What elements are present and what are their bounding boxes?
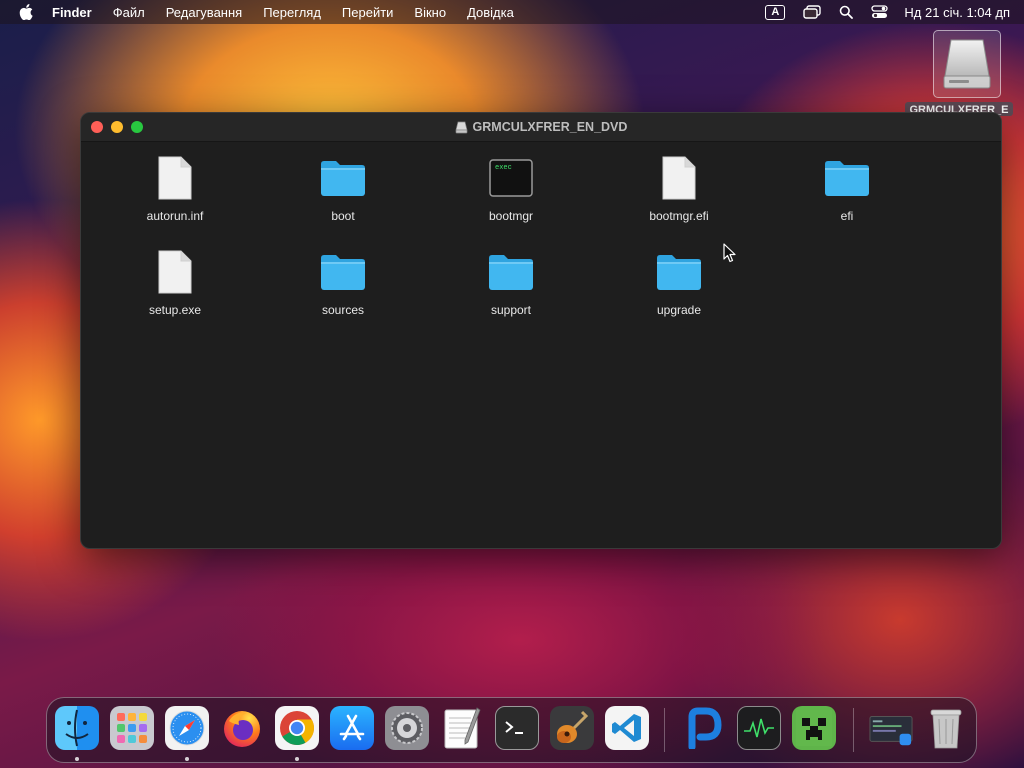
dock-app-store-icon[interactable] bbox=[330, 706, 374, 750]
disk-icon bbox=[455, 121, 468, 134]
file-item-sources[interactable]: sources bbox=[259, 249, 427, 343]
folder-icon bbox=[655, 249, 703, 295]
file-label: autorun.inf bbox=[146, 209, 204, 223]
dock bbox=[46, 697, 977, 763]
menu-extras: A Нд 21 січ. 1:04 дп bbox=[747, 0, 1010, 24]
dock-textedit-icon[interactable] bbox=[440, 706, 484, 750]
desktop-dvd-volume[interactable]: GRMCULXFRER_E bbox=[900, 30, 1018, 116]
running-indicator bbox=[75, 757, 79, 761]
mouse-pointer-icon bbox=[723, 243, 737, 268]
dock-separator bbox=[664, 708, 665, 752]
document-icon bbox=[151, 249, 199, 295]
dock-creeper-icon[interactable] bbox=[792, 706, 836, 750]
dock-safari-icon[interactable] bbox=[165, 706, 209, 750]
file-item-boot[interactable]: boot bbox=[259, 155, 427, 249]
dock-activity-monitor-icon[interactable] bbox=[737, 706, 781, 750]
document-icon bbox=[655, 155, 703, 201]
zoom-button[interactable] bbox=[131, 121, 143, 133]
dock-blue-d-icon[interactable] bbox=[682, 706, 726, 750]
menu-help[interactable]: Довідка bbox=[467, 5, 514, 20]
window-titlebar[interactable]: GRMCULXFRER_EN_DVD bbox=[81, 113, 1001, 142]
input-source-icon[interactable]: A bbox=[765, 0, 786, 24]
file-label: bootmgr bbox=[488, 209, 534, 223]
window-switch-icon[interactable] bbox=[803, 0, 822, 24]
close-button[interactable] bbox=[91, 121, 103, 133]
folder-icon bbox=[487, 249, 535, 295]
file-item-support[interactable]: support bbox=[427, 249, 595, 343]
apple-menu-icon[interactable] bbox=[18, 4, 34, 20]
file-label: setup.exe bbox=[148, 303, 202, 317]
running-indicator bbox=[295, 757, 299, 761]
dock-separator bbox=[853, 708, 854, 752]
control-center-icon[interactable] bbox=[871, 0, 889, 24]
dock-window-preview-icon[interactable] bbox=[869, 706, 913, 750]
exec-icon: exec bbox=[487, 155, 535, 201]
folder-icon bbox=[319, 155, 367, 201]
external-disk-icon bbox=[933, 30, 1001, 98]
search-icon[interactable] bbox=[839, 0, 854, 24]
document-icon bbox=[151, 155, 199, 201]
finder-window: GRMCULXFRER_EN_DVD autorun.inf boot exec… bbox=[80, 112, 1002, 549]
file-item-setup-exe[interactable]: setup.exe bbox=[91, 249, 259, 343]
file-label: efi bbox=[840, 209, 854, 223]
menu-app-finder[interactable]: Finder bbox=[52, 5, 92, 20]
file-item-bootmgr[interactable]: exec bootmgr bbox=[427, 155, 595, 249]
file-label: boot bbox=[331, 209, 355, 223]
window-title-text: GRMCULXFRER_EN_DVD bbox=[472, 120, 628, 134]
dock-guitar-icon[interactable] bbox=[550, 706, 594, 750]
running-indicator bbox=[185, 757, 189, 761]
dock-launchpad-icon[interactable] bbox=[110, 706, 154, 750]
file-grid: autorun.inf boot exec bootmgr bootmgr.ef… bbox=[91, 155, 991, 343]
file-label: bootmgr.efi bbox=[649, 209, 709, 223]
menu-go[interactable]: Перейти bbox=[342, 5, 394, 20]
menu-window[interactable]: Вікно bbox=[414, 5, 446, 20]
dock-chrome-icon[interactable] bbox=[275, 706, 319, 750]
dock-firefox-icon[interactable] bbox=[220, 706, 264, 750]
dock-gear-icon[interactable] bbox=[385, 706, 429, 750]
dock-finder-icon[interactable] bbox=[55, 706, 99, 750]
folder-icon bbox=[823, 155, 871, 201]
file-label: upgrade bbox=[656, 303, 702, 317]
menu-bar: Finder Файл Редагування Перегляд Перейти… bbox=[0, 0, 1024, 24]
file-label: sources bbox=[321, 303, 365, 317]
file-item-upgrade[interactable]: upgrade bbox=[595, 249, 763, 343]
menu-view[interactable]: Перегляд bbox=[263, 5, 321, 20]
dock-terminal-icon[interactable] bbox=[495, 706, 539, 750]
menu-edit[interactable]: Редагування bbox=[166, 5, 243, 20]
file-item-bootmgr-efi[interactable]: bootmgr.efi bbox=[595, 155, 763, 249]
file-item-efi[interactable]: efi bbox=[763, 155, 931, 249]
svg-text:exec: exec bbox=[495, 164, 512, 172]
file-item-autorun-inf[interactable]: autorun.inf bbox=[91, 155, 259, 249]
file-label: support bbox=[490, 303, 532, 317]
menu-clock[interactable]: Нд 21 січ. 1:04 дп bbox=[904, 5, 1010, 20]
menu-file[interactable]: Файл bbox=[113, 5, 145, 20]
dock-trash-icon[interactable] bbox=[924, 706, 968, 750]
folder-icon bbox=[319, 249, 367, 295]
window-title: GRMCULXFRER_EN_DVD bbox=[81, 113, 1001, 141]
minimize-button[interactable] bbox=[111, 121, 123, 133]
dock-vscode-icon[interactable] bbox=[605, 706, 649, 750]
